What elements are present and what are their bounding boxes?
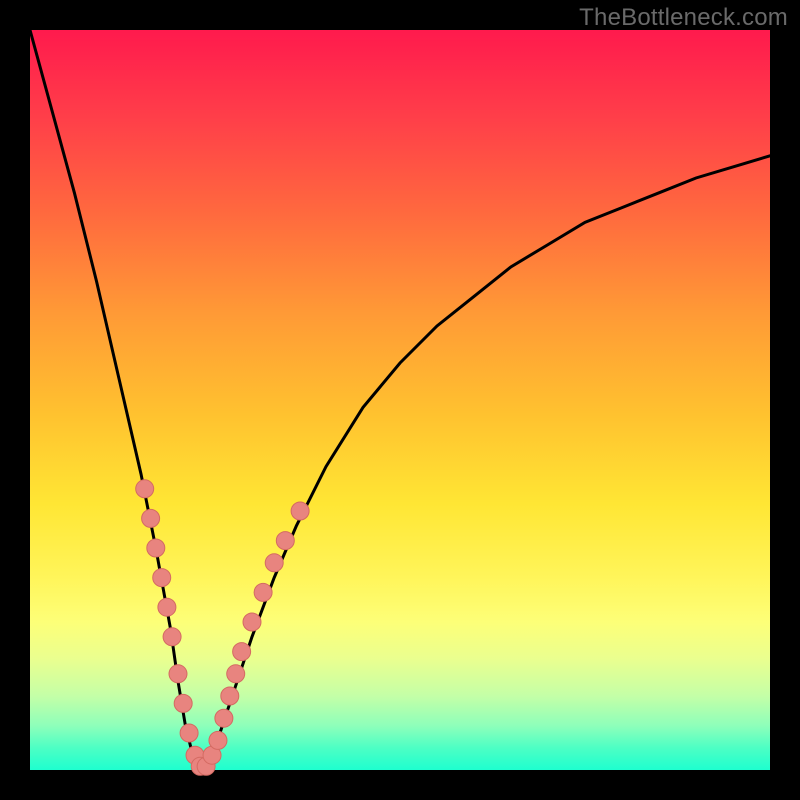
outer-frame: TheBottleneck.com [0, 0, 800, 800]
cluster-dot [227, 665, 245, 683]
cluster-dot [209, 731, 227, 749]
cluster-dot [233, 643, 251, 661]
cluster-dot [174, 694, 192, 712]
cluster-dot [158, 598, 176, 616]
cluster-dot [180, 724, 198, 742]
cluster-dot [291, 502, 309, 520]
chart-svg [30, 30, 770, 770]
cluster-dot [147, 539, 165, 557]
cluster-dot [153, 569, 171, 587]
cluster-dot [136, 480, 154, 498]
cluster-dot [142, 509, 160, 527]
bottleneck-curve [30, 30, 770, 770]
cluster-dot [265, 554, 283, 572]
dot-cluster [136, 480, 309, 776]
watermark-text: TheBottleneck.com [579, 4, 788, 32]
cluster-dot [221, 687, 239, 705]
cluster-dot [276, 532, 294, 550]
cluster-dot [243, 613, 261, 631]
cluster-dot [254, 583, 272, 601]
cluster-dot [169, 665, 187, 683]
cluster-dot [163, 628, 181, 646]
plot-area [30, 30, 770, 770]
cluster-dot [215, 709, 233, 727]
